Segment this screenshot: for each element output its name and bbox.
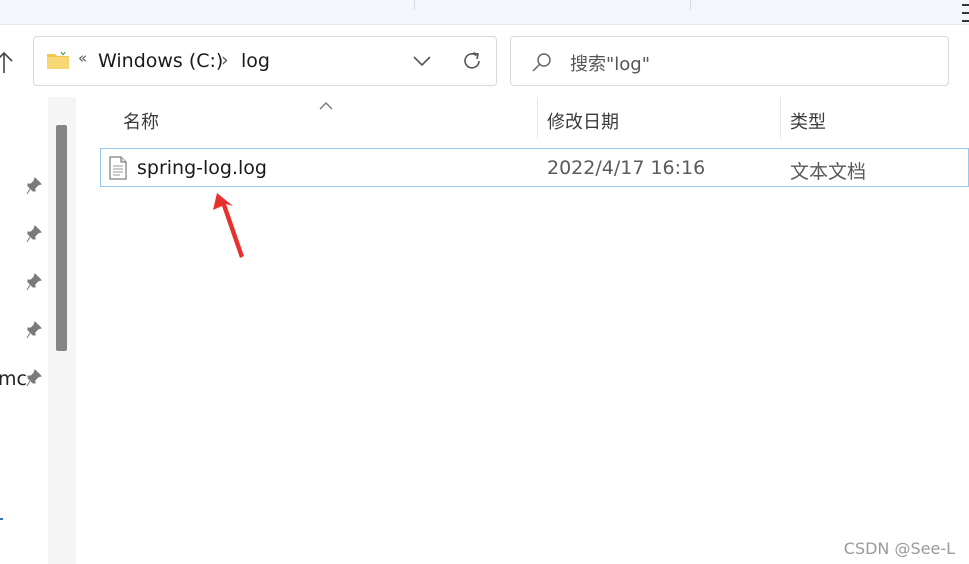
search-input[interactable]: 搜索"log" bbox=[570, 50, 650, 76]
text-file-icon bbox=[108, 156, 128, 184]
search-icon bbox=[530, 51, 554, 79]
search-box[interactable]: 搜索"log" bbox=[510, 36, 949, 86]
breadcrumb-separator-icon[interactable]: › bbox=[221, 49, 229, 71]
watermark: CSDN @See-L bbox=[843, 539, 955, 558]
chevron-down-icon[interactable] bbox=[412, 53, 432, 72]
sort-up-icon bbox=[318, 96, 334, 115]
menu-icon[interactable] bbox=[958, 0, 969, 36]
address-bar[interactable]: « Windows (C:) › log bbox=[33, 36, 497, 86]
file-type: 文本文档 bbox=[790, 161, 867, 183]
pin-icon[interactable] bbox=[26, 273, 42, 295]
file-modified: 2022/4/17 16:16 bbox=[547, 157, 706, 179]
column-header-modified[interactable]: 修改日期 bbox=[547, 108, 619, 134]
column-divider[interactable] bbox=[780, 97, 781, 139]
overflow-chevron-icon[interactable]: « bbox=[78, 49, 87, 67]
up-arrow-icon[interactable] bbox=[0, 50, 14, 76]
nav-item-label[interactable]: mc bbox=[0, 368, 27, 390]
column-divider[interactable] bbox=[537, 97, 538, 139]
pin-icon[interactable] bbox=[26, 177, 42, 199]
tab-strip bbox=[0, 0, 969, 25]
nav-marker bbox=[0, 518, 3, 520]
annotation-arrow-icon bbox=[212, 192, 246, 264]
breadcrumb-log[interactable]: log bbox=[241, 50, 270, 72]
column-header-type[interactable]: 类型 bbox=[790, 108, 826, 134]
file-name[interactable]: spring-log.log bbox=[137, 157, 267, 179]
refresh-icon[interactable] bbox=[461, 50, 483, 76]
pin-icon[interactable] bbox=[26, 225, 42, 247]
nav-scrollbar-thumb[interactable] bbox=[56, 125, 67, 351]
tab-divider bbox=[414, 0, 415, 10]
pin-icon[interactable] bbox=[26, 321, 42, 343]
pin-icon[interactable] bbox=[26, 369, 42, 391]
breadcrumb-drive[interactable]: Windows (C:) bbox=[98, 50, 223, 72]
folder-icon bbox=[46, 51, 70, 75]
column-header-name[interactable]: 名称 bbox=[123, 108, 159, 134]
tab-divider bbox=[690, 0, 691, 10]
